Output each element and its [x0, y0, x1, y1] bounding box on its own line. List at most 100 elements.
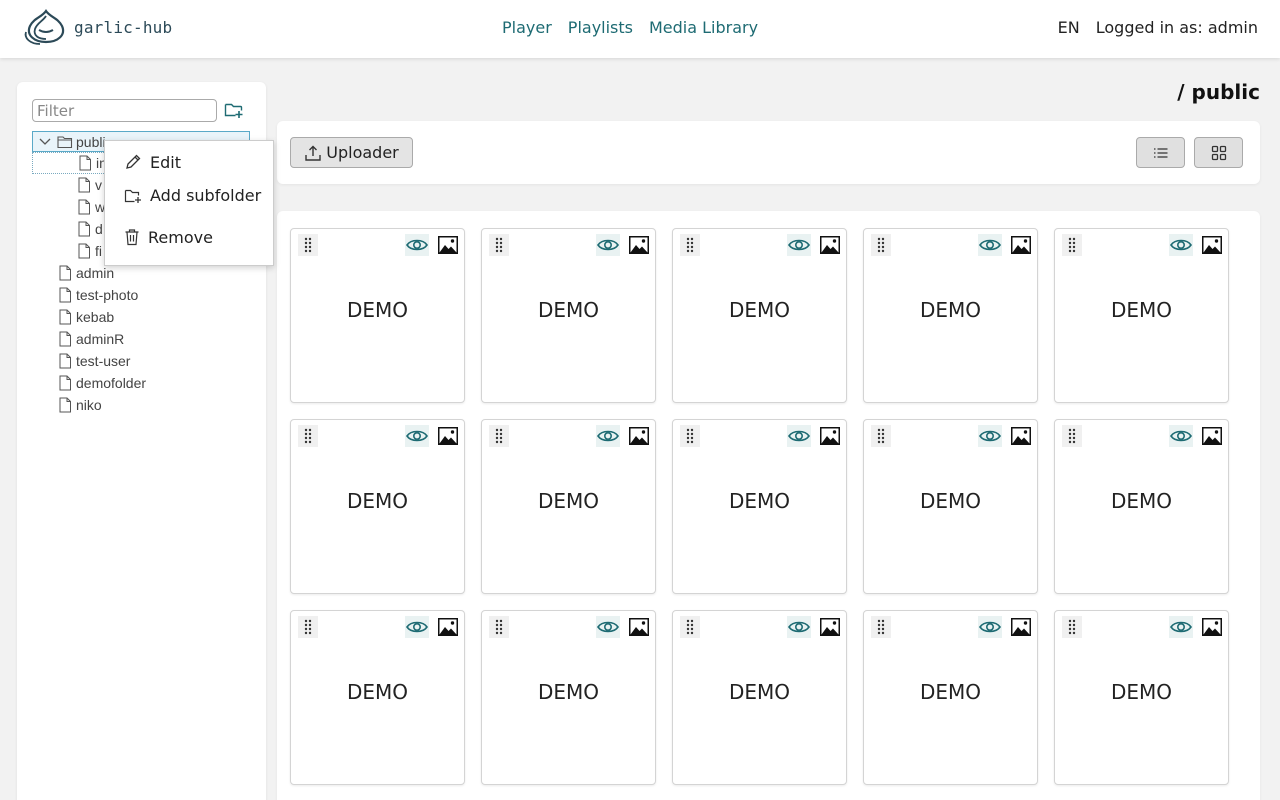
media-card[interactable]: DEMO — [481, 610, 656, 785]
media-card-label: DEMO — [1110, 680, 1173, 704]
tree-item-adminr[interactable]: adminR — [32, 328, 250, 350]
tree-item-label: test-user — [76, 353, 131, 369]
tree-item-test-user[interactable]: test-user — [32, 350, 250, 372]
tree-item-kebab[interactable]: kebab — [32, 306, 250, 328]
drag-handle-icon[interactable] — [871, 425, 891, 447]
eye-icon[interactable] — [1169, 234, 1193, 256]
eye-icon[interactable] — [1169, 616, 1193, 638]
eye-icon[interactable] — [978, 425, 1002, 447]
list-view-button[interactable] — [1136, 137, 1185, 168]
eye-icon[interactable] — [596, 234, 620, 256]
drag-handle-icon[interactable] — [298, 234, 318, 256]
media-card[interactable]: DEMO — [290, 610, 465, 785]
media-card[interactable]: DEMO — [863, 610, 1038, 785]
main-nav: Player Playlists Media Library — [502, 18, 758, 37]
eye-icon[interactable] — [1169, 425, 1193, 447]
eye-icon[interactable] — [978, 616, 1002, 638]
image-icon[interactable] — [1009, 425, 1033, 447]
image-icon[interactable] — [436, 616, 460, 638]
drag-handle-icon[interactable] — [680, 425, 700, 447]
image-icon[interactable] — [436, 425, 460, 447]
drag-handle-icon[interactable] — [1062, 425, 1082, 447]
folder-context-menu: Edit Add subfolder Remove — [104, 140, 274, 266]
context-menu-label: Edit — [150, 152, 181, 172]
media-card[interactable]: DEMO — [290, 419, 465, 594]
language-switcher[interactable]: EN — [1058, 18, 1080, 37]
media-card-label: DEMO — [537, 298, 600, 322]
context-menu-label: Remove — [148, 227, 213, 247]
eye-icon[interactable] — [596, 425, 620, 447]
media-card[interactable]: DEMO — [1054, 419, 1229, 594]
eye-icon[interactable] — [978, 234, 1002, 256]
media-card[interactable]: DEMO — [863, 228, 1038, 403]
media-card[interactable]: DEMO — [481, 228, 656, 403]
tree-item-label: d — [95, 221, 103, 237]
add-root-folder-button[interactable] — [224, 101, 244, 119]
media-card[interactable]: DEMO — [672, 419, 847, 594]
folder-filter-input[interactable] — [32, 99, 217, 122]
nav-playlists[interactable]: Playlists — [568, 18, 633, 37]
file-icon — [78, 221, 90, 237]
drag-handle-icon[interactable] — [489, 616, 509, 638]
file-icon — [78, 243, 90, 259]
context-menu-remove[interactable]: Remove — [105, 217, 273, 259]
garlic-hub-logo[interactable]: garlic-hub — [22, 8, 172, 46]
file-icon — [79, 155, 91, 171]
image-icon[interactable] — [436, 234, 460, 256]
eye-icon[interactable] — [405, 425, 429, 447]
drag-handle-icon[interactable] — [871, 234, 891, 256]
drag-handle-icon[interactable] — [680, 234, 700, 256]
image-icon[interactable] — [627, 425, 651, 447]
image-icon[interactable] — [627, 616, 651, 638]
context-menu-label: Add subfolder — [150, 186, 262, 206]
file-icon — [78, 199, 90, 215]
drag-handle-icon[interactable] — [489, 234, 509, 256]
context-menu-edit[interactable]: Edit — [105, 149, 273, 175]
media-card[interactable]: DEMO — [290, 228, 465, 403]
uploader-label: Uploader — [326, 143, 399, 162]
eye-icon[interactable] — [405, 616, 429, 638]
image-icon[interactable] — [818, 425, 842, 447]
media-card[interactable]: DEMO — [672, 610, 847, 785]
user-status[interactable]: Logged in as: admin — [1096, 18, 1258, 37]
image-icon[interactable] — [627, 234, 651, 256]
media-card[interactable]: DEMO — [863, 419, 1038, 594]
grid-view-button[interactable] — [1194, 137, 1243, 168]
tree-item-niko[interactable]: niko — [32, 394, 250, 416]
drag-handle-icon[interactable] — [680, 616, 700, 638]
tree-item-test-photo[interactable]: test-photo — [32, 284, 250, 306]
file-icon — [59, 397, 71, 413]
eye-icon[interactable] — [787, 616, 811, 638]
tree-item-label: publi — [76, 133, 106, 150]
media-card[interactable]: DEMO — [1054, 610, 1229, 785]
image-icon[interactable] — [1009, 234, 1033, 256]
drag-handle-icon[interactable] — [1062, 234, 1082, 256]
image-icon[interactable] — [818, 616, 842, 638]
nav-media-library[interactable]: Media Library — [649, 18, 758, 37]
image-icon[interactable] — [1200, 425, 1224, 447]
eye-icon[interactable] — [787, 234, 811, 256]
media-card[interactable]: DEMO — [1054, 228, 1229, 403]
drag-handle-icon[interactable] — [871, 616, 891, 638]
media-card[interactable]: DEMO — [672, 228, 847, 403]
drag-handle-icon[interactable] — [298, 425, 318, 447]
context-menu-add-subfolder[interactable]: Add subfolder — [105, 175, 273, 217]
media-card[interactable]: DEMO — [481, 419, 656, 594]
file-icon — [59, 265, 71, 281]
image-icon[interactable] — [1200, 616, 1224, 638]
eye-icon[interactable] — [596, 616, 620, 638]
media-grid-panel: DEMO DEMO DEMO DEMO DEMO DEMO DEMO DEMO … — [277, 211, 1260, 800]
image-icon[interactable] — [1009, 616, 1033, 638]
image-icon[interactable] — [1200, 234, 1224, 256]
media-card-label: DEMO — [346, 489, 409, 513]
image-icon[interactable] — [818, 234, 842, 256]
drag-handle-icon[interactable] — [1062, 616, 1082, 638]
uploader-button[interactable]: Uploader — [290, 137, 413, 168]
drag-handle-icon[interactable] — [489, 425, 509, 447]
eye-icon[interactable] — [787, 425, 811, 447]
nav-player[interactable]: Player — [502, 18, 552, 37]
chevron-down-icon[interactable] — [38, 137, 52, 147]
drag-handle-icon[interactable] — [298, 616, 318, 638]
tree-item-demofolder[interactable]: demofolder — [32, 372, 250, 394]
eye-icon[interactable] — [405, 234, 429, 256]
